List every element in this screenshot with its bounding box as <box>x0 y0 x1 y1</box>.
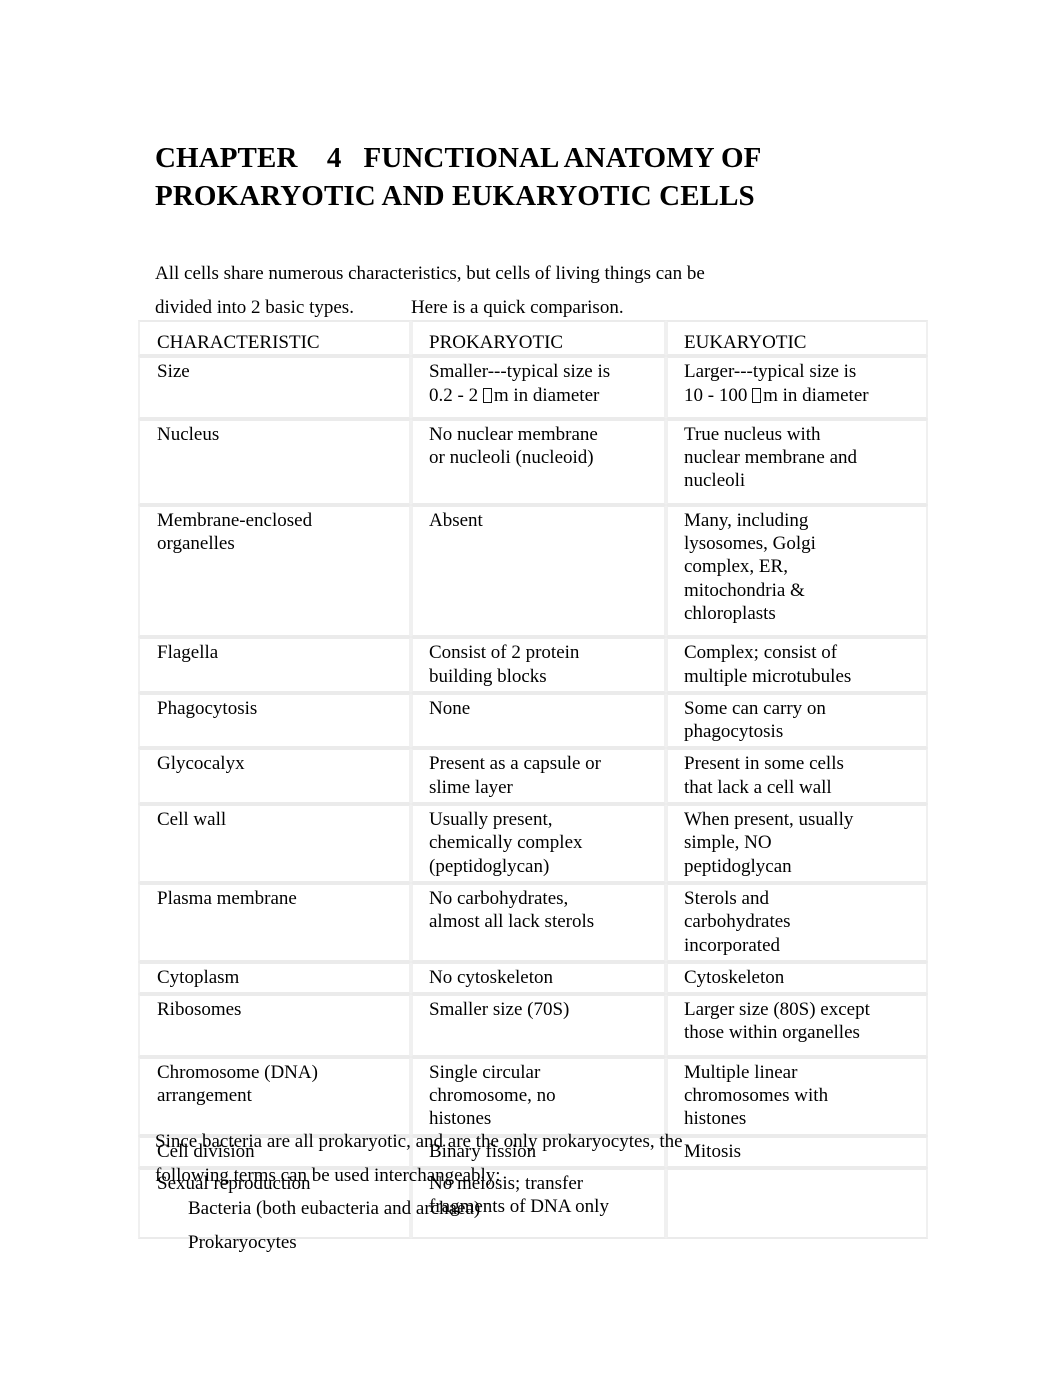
cell-characteristic: Nucleus <box>138 418 411 505</box>
page-title-line-1: CHAPTER 4 FUNCTIONAL ANATOMY OF <box>155 142 762 175</box>
cell-prokaryotic: Smaller---typical size is 0.2 - 2 m in d… <box>411 356 666 419</box>
intro-paragraph: All cells share numerous characteristics… <box>155 257 935 325</box>
prokaryotic-eukaryotic-comparison-table: CHARACTERISTIC PROKARYOTIC EUKARYOTIC Si… <box>138 320 928 1239</box>
page-title: CHAPTER 4 FUNCTIONAL ANATOMY OF PROKARYO… <box>155 139 945 215</box>
closing-line-2: following terms can be used interchangea… <box>155 1164 501 1186</box>
cell-characteristic: Ribosomes <box>138 994 411 1057</box>
cell-prokaryotic: No nuclear membrane or nucleoli (nucleoi… <box>411 418 666 505</box>
cell-prokaryotic: No cytoskeleton <box>411 961 666 995</box>
table-row: Glycocalyx Present as a capsule or slime… <box>138 748 928 805</box>
table-row: Size Smaller---typical size is 0.2 - 2 m… <box>138 356 928 419</box>
cell-characteristic: Cytoplasm <box>138 961 411 995</box>
page-title-line-2: PROKARYOTIC AND EUKARYOTIC CELLS <box>155 180 755 213</box>
cell-characteristic: Plasma membrane <box>138 882 411 962</box>
missing-glyph-icon <box>752 387 762 403</box>
closing-list-item-prokaryocytes: Prokaryocytes <box>188 1231 297 1253</box>
table-row: Cytoplasm No cytoskeleton Cytoskeleton <box>138 961 928 995</box>
table-row: Flagella Consist of 2 protein building b… <box>138 637 928 693</box>
cell-prokaryotic: Consist of 2 protein building blocks <box>411 637 666 693</box>
table-row: Cell wall Usually present, chemically co… <box>138 804 928 883</box>
header-characteristic: CHARACTERISTIC <box>138 320 411 357</box>
cell-eukaryotic: Complex; consist of multiple microtubule… <box>666 637 928 693</box>
table-row: Membrane-enclosed organelles Absent Many… <box>138 504 928 638</box>
cell-eukaryotic: Sterols and carbohydrates incorporated <box>666 882 928 962</box>
cell-characteristic: Membrane-enclosed organelles <box>138 504 411 638</box>
document-page: CHAPTER 4 FUNCTIONAL ANATOMY OF PROKARYO… <box>0 0 1062 1377</box>
table-header-row: CHARACTERISTIC PROKARYOTIC EUKARYOTIC <box>138 320 928 357</box>
cell-prokaryotic: Usually present, chemically complex (pep… <box>411 804 666 883</box>
cell-eukaryotic: When present, usually simple, NO peptido… <box>666 804 928 883</box>
comparison-table-container: CHARACTERISTIC PROKARYOTIC EUKARYOTIC Si… <box>138 320 928 1239</box>
header-eukaryotic: EUKARYOTIC <box>666 320 928 357</box>
intro-line-1: All cells share numerous characteristics… <box>155 263 705 284</box>
cell-characteristic: Phagocytosis <box>138 692 411 749</box>
cell-characteristic: Cell wall <box>138 804 411 883</box>
cell-prokaryotic: Absent <box>411 504 666 638</box>
prokaryotic-size-text-b: m in diameter <box>493 384 600 406</box>
cell-eukaryotic: Larger---typical size is 10 - 100 m in d… <box>666 356 928 419</box>
cell-eukaryotic: Cytoskeleton <box>666 961 928 995</box>
cell-eukaryotic: Many, including lysosomes, Golgi complex… <box>666 504 928 638</box>
cell-eukaryotic: Multiple linear chromosomes with histone… <box>666 1056 928 1136</box>
header-prokaryotic: PROKARYOTIC <box>411 320 666 357</box>
cell-characteristic: Size <box>138 356 411 419</box>
table-row: Chromosome (DNA) arrangement Single circ… <box>138 1056 928 1136</box>
cell-prokaryotic: None <box>411 692 666 749</box>
table-row: Ribosomes Smaller size (70S) Larger size… <box>138 994 928 1057</box>
table-row: Nucleus No nuclear membrane or nucleoli … <box>138 418 928 505</box>
cell-prokaryotic: No carbohydrates, almost all lack sterol… <box>411 882 666 962</box>
missing-glyph-icon <box>482 387 492 403</box>
cell-eukaryotic: True nucleus with nuclear membrane and n… <box>666 418 928 505</box>
table-row: Phagocytosis None Some can carry on phag… <box>138 692 928 749</box>
intro-line-2: divided into 2 basic types. Here is a qu… <box>155 297 624 318</box>
cell-eukaryotic: Present in some cells that lack a cell w… <box>666 748 928 805</box>
cell-prokaryotic: Present as a capsule or slime layer <box>411 748 666 805</box>
cell-eukaryotic: Some can carry on phagocytosis <box>666 692 928 749</box>
cell-characteristic: Chromosome (DNA) arrangement <box>138 1056 411 1136</box>
closing-list-item-bacteria: Bacteria (both eubacteria and archaea) <box>188 1198 481 1219</box>
cell-characteristic: Flagella <box>138 637 411 693</box>
closing-line-1: Since bacteria are all prokaryotic, and … <box>155 1131 683 1152</box>
cell-eukaryotic: Larger size (80S) except those within or… <box>666 994 928 1057</box>
eukaryotic-size-text-b: m in diameter <box>763 384 869 406</box>
cell-prokaryotic: Smaller size (70S) <box>411 994 666 1057</box>
cell-characteristic: Glycocalyx <box>138 748 411 805</box>
table-row: Plasma membrane No carbohydrates, almost… <box>138 882 928 962</box>
cell-prokaryotic: Single circular chromosome, no histones <box>411 1056 666 1136</box>
closing-paragraph: Since bacteria are all prokaryotic, and … <box>155 1125 935 1259</box>
